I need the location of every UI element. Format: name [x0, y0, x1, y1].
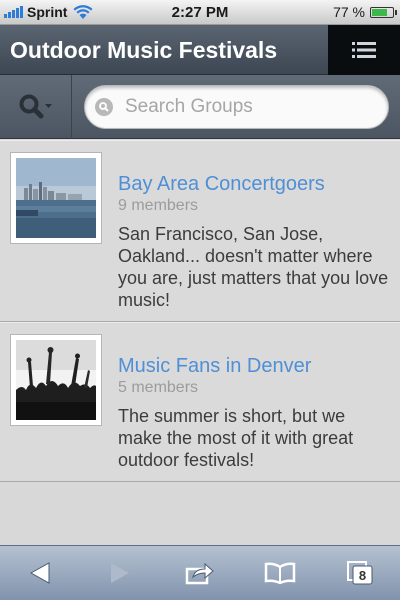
battery-percent: 77 % [333, 4, 365, 20]
status-bar: Sprint 2:27 PM 77 % [0, 0, 400, 25]
tabs-count: 8 [359, 568, 366, 583]
search-bar [0, 75, 400, 139]
group-thumbnail [10, 152, 102, 244]
page-title: Outdoor Music Festivals [10, 37, 278, 63]
group-name-link[interactable]: Bay Area Concertgoers [118, 173, 325, 196]
back-icon [29, 562, 50, 584]
browser-toolbar: 8 [0, 545, 400, 600]
battery-area: 77 % [333, 4, 397, 20]
group-description: San Francisco, San Jose, Oakland... does… [118, 224, 389, 310]
app-header: Outdoor Music Festivals [0, 25, 400, 75]
group-description: The summer is short, but we make the mos… [118, 406, 354, 470]
city-skyline-photo [16, 158, 96, 238]
back-button[interactable] [20, 553, 60, 593]
forward-icon [111, 563, 129, 583]
concert-crowd-photo [16, 340, 96, 420]
battery-level [372, 8, 388, 16]
battery-icon [370, 6, 397, 18]
group-thumbnail [10, 334, 102, 426]
search-field[interactable] [84, 85, 389, 129]
magnifier-icon [95, 98, 113, 116]
list-icon [352, 42, 376, 58]
tabs-button[interactable]: 8 [340, 553, 380, 593]
tabs-icon: 8 [347, 561, 373, 585]
share-button[interactable] [180, 553, 220, 593]
search-input[interactable] [125, 96, 365, 118]
bookmarks-icon [264, 562, 296, 584]
group-name-link[interactable]: Music Fans in Denver [118, 355, 311, 378]
member-count: 9 members [118, 197, 199, 214]
search-options-button[interactable] [0, 75, 72, 139]
list-item[interactable]: Bay Area Concertgoers 9 members San Fran… [0, 140, 400, 322]
group-list: Bay Area Concertgoers 9 members San Fran… [0, 140, 400, 482]
share-icon [185, 562, 214, 585]
member-count: 5 members [118, 379, 199, 396]
search-icon [19, 94, 52, 119]
forward-button[interactable] [100, 553, 140, 593]
list-item[interactable]: Music Fans in Denver 5 members The summe… [0, 322, 400, 482]
bookmarks-button[interactable] [260, 553, 300, 593]
menu-button[interactable] [328, 25, 400, 75]
